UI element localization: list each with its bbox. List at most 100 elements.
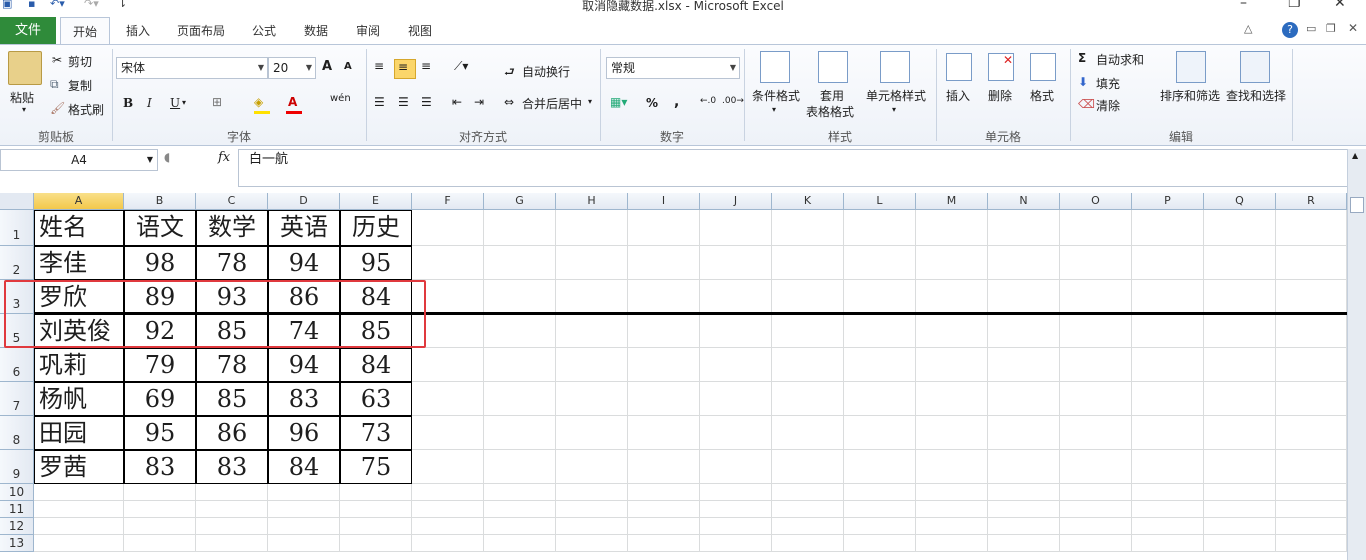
tab-formulas[interactable]: 公式 [244, 17, 284, 45]
cell-c12[interactable] [196, 518, 268, 535]
cell-h5[interactable] [556, 314, 628, 348]
cell-l13[interactable] [844, 535, 916, 552]
cell-r3[interactable] [1276, 280, 1347, 314]
cell-m1[interactable] [916, 210, 988, 246]
cell-n2[interactable] [988, 246, 1060, 280]
cell-e6[interactable]: 84 [340, 348, 412, 382]
cell-k12[interactable] [772, 518, 844, 535]
cell-i10[interactable] [628, 484, 700, 501]
cell-a11[interactable] [34, 501, 124, 518]
cell-m13[interactable] [916, 535, 988, 552]
percent-button[interactable]: % [646, 96, 658, 110]
conditional-format-icon[interactable] [760, 51, 790, 83]
cell-r6[interactable] [1276, 348, 1347, 382]
cell-i5[interactable] [628, 314, 700, 348]
column-header-c[interactable]: C [196, 193, 268, 210]
wrap-text-button[interactable]: 自动换行 [522, 63, 570, 80]
column-header-b[interactable]: B [124, 193, 196, 210]
cell-j8[interactable] [700, 416, 772, 450]
cell-f1[interactable] [412, 210, 484, 246]
column-header-q[interactable]: Q [1204, 193, 1276, 210]
cell-b6[interactable]: 79 [124, 348, 196, 382]
select-all-corner[interactable] [0, 193, 34, 210]
worksheet-grid[interactable]: ABCDEFGHIJKLMNOPQR 1 姓名 语文 数学 英语 历史 2 李佳 98 78 94 9… [0, 193, 1347, 560]
cell-a8[interactable]: 田园 [34, 416, 124, 450]
cell-i13[interactable] [628, 535, 700, 552]
shrink-font-icon[interactable]: A [344, 61, 352, 72]
cell-d2[interactable]: 94 [268, 246, 340, 280]
column-header-h[interactable]: H [556, 193, 628, 210]
cell-k10[interactable] [772, 484, 844, 501]
cell-k5[interactable] [772, 314, 844, 348]
cell-p8[interactable] [1132, 416, 1204, 450]
clear-button[interactable]: 清除 [1096, 97, 1120, 114]
cell-q2[interactable] [1204, 246, 1276, 280]
cell-a13[interactable] [34, 535, 124, 552]
cell-n5[interactable] [988, 314, 1060, 348]
cell-b12[interactable] [124, 518, 196, 535]
cell-c11[interactable] [196, 501, 268, 518]
align-bottom-icon[interactable]: ≡ [421, 59, 431, 73]
cell-l1[interactable] [844, 210, 916, 246]
cell-n11[interactable] [988, 501, 1060, 518]
column-header-i[interactable]: I [628, 193, 700, 210]
cell-f6[interactable] [412, 348, 484, 382]
cell-m2[interactable] [916, 246, 988, 280]
column-header-p[interactable]: P [1132, 193, 1204, 210]
cell-styles-icon[interactable] [880, 51, 910, 83]
clear-icon[interactable]: ⌫ [1078, 97, 1095, 111]
tab-insert[interactable]: 插入 [118, 17, 158, 45]
doc-restore-icon[interactable]: ❐ [1326, 22, 1336, 35]
close-icon[interactable]: ✕ [1334, 0, 1346, 11]
row-header-9[interactable]: 9 [0, 450, 34, 484]
cell-a9[interactable]: 罗茜 [34, 450, 124, 484]
cell-k2[interactable] [772, 246, 844, 280]
cell-h13[interactable] [556, 535, 628, 552]
cell-f13[interactable] [412, 535, 484, 552]
minimize-icon[interactable]: – [1240, 0, 1247, 11]
cell-m12[interactable] [916, 518, 988, 535]
cell-p2[interactable] [1132, 246, 1204, 280]
cell-i9[interactable] [628, 450, 700, 484]
cell-p9[interactable] [1132, 450, 1204, 484]
cell-l7[interactable] [844, 382, 916, 416]
column-header-f[interactable]: F [412, 193, 484, 210]
cell-e12[interactable] [340, 518, 412, 535]
cell-d1[interactable]: 英语 [268, 210, 340, 246]
cell-h9[interactable] [556, 450, 628, 484]
comma-button[interactable]: , [674, 94, 679, 110]
increase-indent-icon[interactable]: ⇥ [474, 95, 484, 109]
cell-d9[interactable]: 84 [268, 450, 340, 484]
cell-g10[interactable] [484, 484, 556, 501]
cell-e9[interactable]: 75 [340, 450, 412, 484]
cell-i7[interactable] [628, 382, 700, 416]
cell-b9[interactable]: 83 [124, 450, 196, 484]
cell-r9[interactable] [1276, 450, 1347, 484]
cell-r2[interactable] [1276, 246, 1347, 280]
delete-cells-button[interactable]: 删除 [988, 87, 1012, 104]
cell-c6[interactable]: 78 [196, 348, 268, 382]
paste-icon[interactable] [8, 51, 42, 85]
cell-h8[interactable] [556, 416, 628, 450]
cell-c7[interactable]: 85 [196, 382, 268, 416]
cell-l10[interactable] [844, 484, 916, 501]
format-cells-button[interactable]: 格式 [1030, 87, 1054, 104]
cell-g3[interactable] [484, 280, 556, 314]
column-header-o[interactable]: O [1060, 193, 1132, 210]
cell-m3[interactable] [916, 280, 988, 314]
number-format-select[interactable]: 常规 ▼ [606, 57, 740, 79]
cell-f8[interactable] [412, 416, 484, 450]
cell-e8[interactable]: 73 [340, 416, 412, 450]
formula-bar-resize-icon[interactable]: ◖ [164, 150, 170, 164]
row-header-7[interactable]: 7 [0, 382, 34, 416]
cell-p7[interactable] [1132, 382, 1204, 416]
row-header-6[interactable]: 6 [0, 348, 34, 382]
cell-e13[interactable] [340, 535, 412, 552]
cell-o12[interactable] [1060, 518, 1132, 535]
cell-k9[interactable] [772, 450, 844, 484]
cell-k13[interactable] [772, 535, 844, 552]
cell-c13[interactable] [196, 535, 268, 552]
cell-m5[interactable] [916, 314, 988, 348]
cell-i8[interactable] [628, 416, 700, 450]
cell-k6[interactable] [772, 348, 844, 382]
